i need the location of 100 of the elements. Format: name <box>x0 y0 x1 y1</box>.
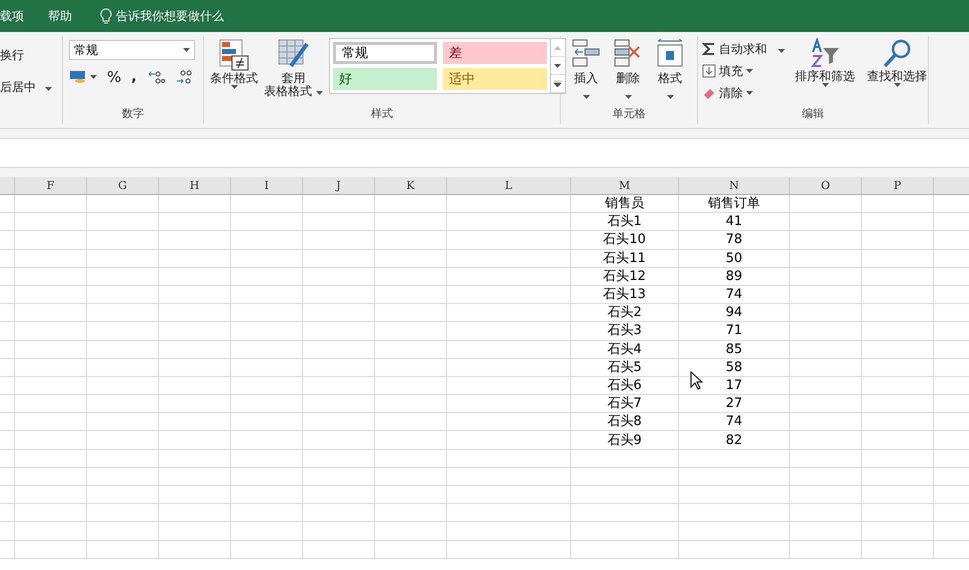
column-header[interactable]: N <box>679 177 790 195</box>
caret-icon <box>230 85 238 89</box>
table-cell: 74 <box>679 286 790 304</box>
table-cell <box>0 431 15 450</box>
cell-style-option[interactable]: 差 <box>442 42 547 64</box>
table-cell <box>303 522 375 541</box>
table-cell <box>159 213 231 232</box>
table-cell <box>231 231 303 250</box>
table-cell <box>0 322 15 340</box>
decrease-decimal-icon <box>174 69 193 85</box>
table-cell <box>87 213 159 232</box>
cells-button[interactable]: 删除 <box>611 38 645 102</box>
cells-button[interactable]: 插入 <box>569 38 603 102</box>
table-cell <box>375 304 447 322</box>
table-cell <box>862 395 934 414</box>
table-cell <box>231 304 303 322</box>
table-cell <box>303 504 375 522</box>
table-cell <box>87 504 159 522</box>
table-cell <box>303 250 375 268</box>
table-cell: 石头8 <box>571 413 679 432</box>
table-cell <box>15 231 87 250</box>
table-cell <box>0 304 15 322</box>
table-cell <box>15 340 87 359</box>
column-header[interactable]: J <box>303 177 375 195</box>
table-cell <box>87 322 159 340</box>
table-cell <box>87 522 159 541</box>
table-cell <box>303 468 375 486</box>
table-cell <box>87 431 159 450</box>
increase-decimal-icon <box>146 69 165 85</box>
number-format-dropdown[interactable]: 常规 <box>69 40 195 60</box>
column-header[interactable]: O <box>790 177 862 195</box>
group-title: 单元格 <box>612 106 646 122</box>
table-cell <box>231 540 303 559</box>
fill-down-icon <box>702 64 716 78</box>
column-header[interactable]: I <box>231 177 303 195</box>
table-cell <box>375 195 447 214</box>
caret-icon <box>90 75 97 79</box>
format-as-table-button[interactable]: 套用 表格格式 <box>262 38 325 98</box>
table-cell <box>231 213 303 232</box>
table-cell <box>0 395 15 414</box>
ribbon-tab[interactable]: 帮助 <box>48 8 86 24</box>
table-cell <box>375 486 447 504</box>
sort-filter-icon <box>809 38 841 70</box>
clear-button[interactable]: 清除 <box>702 82 785 104</box>
table-cell <box>159 504 231 522</box>
table-cell <box>303 413 375 432</box>
table-cell <box>87 395 159 414</box>
sort-filter-button[interactable]: 排序和筛选 <box>793 38 857 87</box>
cell-style-option[interactable]: 常规 <box>332 42 437 64</box>
table-cell <box>862 486 934 504</box>
group-title: 样式 <box>370 106 394 122</box>
caret-icon <box>554 64 562 68</box>
column-header[interactable] <box>0 177 15 195</box>
column-header[interactable]: G <box>87 177 159 195</box>
table-cell <box>231 322 303 340</box>
up-caret-icon <box>554 46 562 50</box>
ribbon-tab[interactable]: 载项 <box>0 8 38 24</box>
table-cell: 石头1 <box>571 213 679 232</box>
fill-button[interactable]: 填充 <box>702 60 785 82</box>
column-header[interactable]: K <box>375 177 447 195</box>
column-header[interactable]: H <box>159 177 231 195</box>
table-cell <box>375 286 447 304</box>
cell-style-option[interactable]: 适中 <box>442 68 547 90</box>
merge-center-button[interactable]: 后居中 <box>0 76 52 98</box>
column-header[interactable]: M <box>571 177 679 195</box>
table-cell <box>303 286 375 304</box>
table-cell <box>231 340 303 359</box>
column-header[interactable]: L <box>447 177 571 195</box>
table-cell: 94 <box>679 304 790 322</box>
table-cell: 82 <box>679 431 790 450</box>
caret-icon <box>582 95 590 99</box>
caret-icon <box>316 91 323 95</box>
table-cell <box>231 468 303 486</box>
column-header[interactable]: P <box>862 177 934 195</box>
percent-button[interactable]: % <box>107 66 122 88</box>
table-cell <box>303 213 375 232</box>
table-cell <box>375 322 447 340</box>
column-header[interactable]: F <box>15 177 87 195</box>
conditional-format-button[interactable]: 条件格式 <box>208 38 260 89</box>
comma-button[interactable]: , <box>131 66 137 88</box>
formula-bar[interactable] <box>0 138 969 168</box>
table-cell <box>87 413 159 432</box>
sigma-icon <box>702 42 716 56</box>
find-select-button[interactable]: 查找和选择 <box>865 38 929 87</box>
table-cell <box>303 431 375 450</box>
expand-caret-icon <box>554 80 562 86</box>
table-cell <box>15 322 87 340</box>
eraser-icon <box>702 87 716 99</box>
table-cell: 74 <box>679 413 790 432</box>
cell-style-option[interactable]: 好 <box>332 68 437 90</box>
table-cell: 石头9 <box>571 431 679 450</box>
table-cell <box>231 504 303 522</box>
cells-button[interactable]: 格式 <box>653 38 687 102</box>
autosum-button[interactable]: 自动求和 <box>702 38 785 60</box>
table-cell <box>231 268 303 286</box>
wrap-text-button[interactable]: 换行 <box>0 44 24 66</box>
column-header[interactable] <box>934 177 969 195</box>
tell-me-field[interactable]: 告诉我你想要做什么 <box>100 8 224 24</box>
table-cell <box>862 195 934 214</box>
table-cell <box>375 522 447 541</box>
